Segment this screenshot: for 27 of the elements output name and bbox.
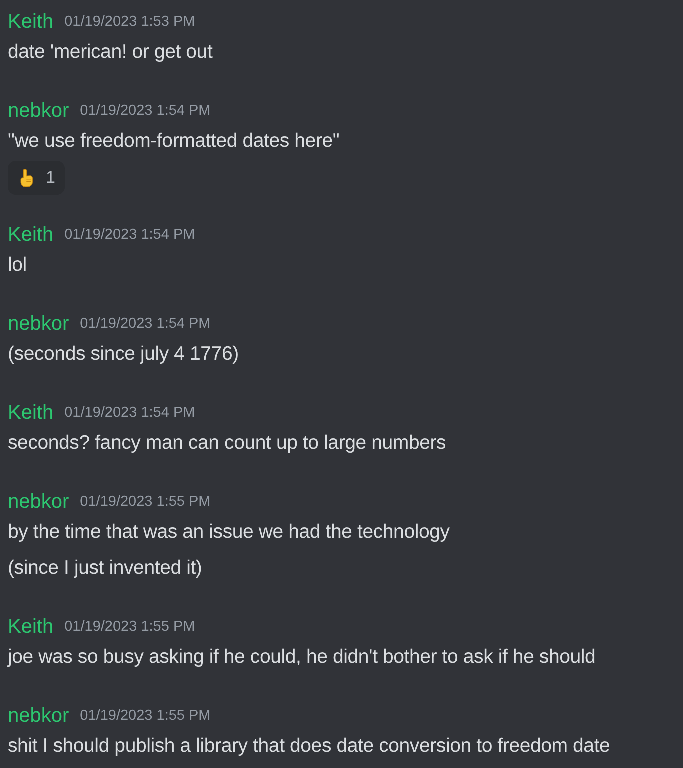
author-name[interactable]: nebkor	[8, 490, 70, 514]
message-text: "we use freedom-formatted dates here"	[8, 129, 341, 154]
message-text: by the time that was an issue we had the technology	[8, 520, 451, 545]
author-name[interactable]: Keith	[8, 616, 54, 638]
author-name[interactable]: nebkor	[8, 312, 70, 336]
pointing-hand-icon	[18, 168, 36, 188]
timestamp: 01/19/2023 1:54 PM	[64, 227, 196, 243]
reaction-button[interactable]: 1	[8, 161, 66, 195]
timestamp: 01/19/2023 1:54 PM	[80, 316, 211, 332]
message-text: seconds? fancy man can count up to large numbers	[8, 431, 448, 456]
message-text: lol	[8, 253, 28, 278]
author-name[interactable]: nebkor	[8, 100, 70, 122]
message-text: (since I just invented it)	[8, 556, 204, 581]
author-name[interactable]: Keith	[8, 402, 54, 424]
timestamp: 01/19/2023 1:54 PM	[64, 405, 196, 421]
author-name[interactable]: nebkor	[8, 704, 70, 728]
timestamp: 01/19/2023 1:53 PM	[64, 14, 196, 30]
timestamp: 01/19/2023 1:55 PM	[64, 619, 196, 635]
timestamp: 01/19/2023 1:55 PM	[80, 494, 211, 510]
author-name[interactable]: Keith	[8, 10, 54, 34]
message-text: (seconds since july 4 1776)	[8, 342, 240, 367]
timestamp: 01/19/2023 1:55 PM	[80, 708, 211, 724]
message-text: joe was so busy asking if he could, he didn't bother to ask if he should	[8, 645, 597, 670]
message-text: shit I should publish a library that does date conversion to freedom date	[8, 734, 612, 759]
timestamp: 01/19/2023 1:54 PM	[80, 103, 211, 119]
author-name[interactable]: Keith	[8, 224, 54, 246]
message-text: date 'merican! or get out	[8, 40, 214, 65]
